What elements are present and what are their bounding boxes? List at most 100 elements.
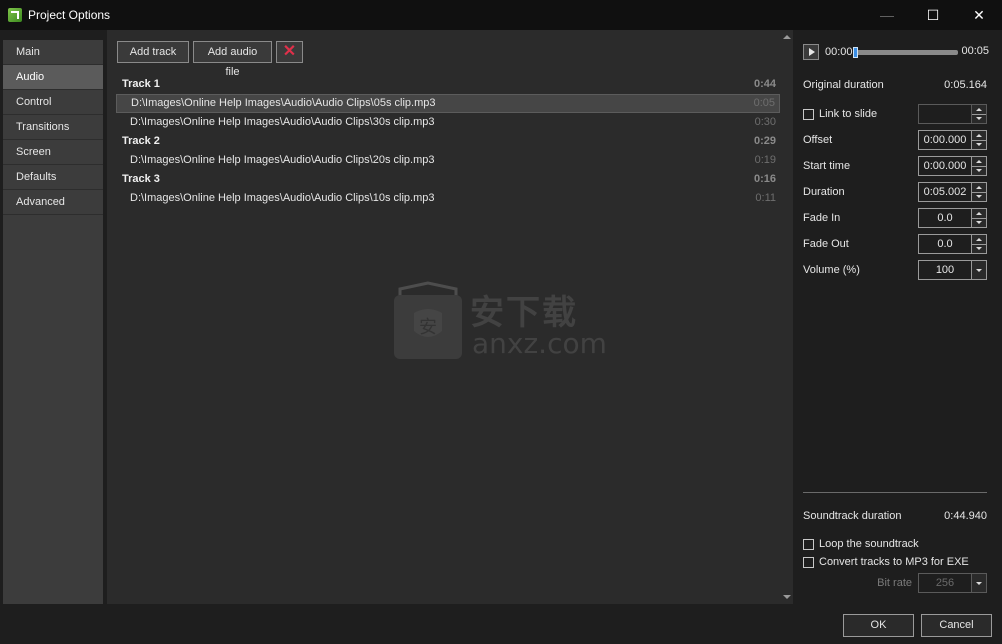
spin-down-button[interactable] — [972, 218, 986, 227]
soundtrack-duration-label: Soundtrack duration — [803, 510, 902, 522]
sidebar-item-defaults[interactable]: Defaults — [3, 165, 103, 190]
convert-mp3-checkbox-wrap[interactable]: Convert tracks to MP3 for EXE — [803, 556, 969, 568]
track-panel: Add track Add audio file ✕ Track 1 0:44 … — [107, 30, 780, 604]
ok-button[interactable]: OK — [843, 614, 914, 637]
fade-out-spinner[interactable]: 0.0 — [918, 234, 987, 254]
spin-up-button[interactable] — [972, 131, 986, 141]
clip-duration: 0:11 — [755, 192, 776, 204]
spin-up-button[interactable] — [972, 209, 986, 219]
bitrate-row: Bit rate 256 — [803, 573, 987, 593]
maximize-button[interactable]: ☐ — [910, 0, 956, 30]
sidebar-item-advanced[interactable]: Advanced — [3, 190, 103, 215]
start-time-value[interactable]: 0:00.000 — [919, 157, 971, 175]
fade-out-value[interactable]: 0.0 — [919, 235, 971, 253]
spinner-arrows — [971, 235, 986, 253]
volume-dropdown-button[interactable] — [971, 261, 986, 279]
fade-in-value[interactable]: 0.0 — [919, 209, 971, 227]
window-controls: — ☐ ✕ — [864, 0, 1002, 30]
loop-soundtrack-checkbox[interactable] — [803, 538, 814, 550]
track-duration: 0:16 — [753, 173, 776, 185]
sidebar-item-screen[interactable]: Screen — [3, 140, 103, 165]
loop-soundtrack-row: Loop the soundtrack — [803, 534, 987, 554]
bitrate-value: 256 — [935, 577, 955, 589]
original-duration-row: Original duration 0:05.164 — [803, 75, 987, 95]
sidebar-item-main[interactable]: Main — [3, 40, 103, 65]
play-button[interactable] — [803, 44, 819, 60]
loop-soundtrack-checkbox-wrap[interactable]: Loop the soundtrack — [803, 538, 919, 550]
loop-soundtrack-label: Loop the soundtrack — [819, 538, 919, 550]
sidebar-item-control[interactable]: Control — [3, 90, 103, 115]
spinner-arrows — [971, 183, 986, 201]
seek-slider[interactable] — [853, 47, 958, 58]
chevron-down-icon — [976, 169, 982, 173]
clip-duration: 0:05 — [753, 97, 775, 109]
track-list: Track 1 0:44 D:\Images\Online Help Image… — [116, 75, 780, 208]
clip-row[interactable]: D:\Images\Online Help Images\Audio\Audio… — [116, 189, 780, 208]
track-list-scrollbar[interactable] — [780, 30, 793, 604]
duration-value[interactable]: 0:05.002 — [919, 183, 971, 201]
seek-thumb[interactable] — [853, 47, 858, 58]
cancel-button[interactable]: Cancel — [921, 614, 992, 637]
track-toolbar: Add track Add audio file ✕ — [117, 41, 303, 78]
offset-value[interactable]: 0:00.000 — [919, 131, 971, 149]
fade-in-spinner[interactable]: 0.0 — [918, 208, 987, 228]
duration-spinner[interactable]: 0:05.002 — [918, 182, 987, 202]
spin-down-button[interactable] — [972, 244, 986, 253]
chevron-up-icon — [976, 133, 982, 137]
fade-in-label: Fade In — [803, 212, 841, 224]
player-time-start: 00:00 — [825, 46, 853, 58]
spin-up-button[interactable] — [972, 105, 986, 115]
spin-down-button[interactable] — [972, 166, 986, 175]
scroll-down-icon[interactable] — [783, 595, 791, 599]
track-duration: 0:44 — [753, 78, 776, 90]
scroll-up-icon[interactable] — [783, 35, 791, 39]
spin-down-button[interactable] — [972, 114, 986, 123]
sidebar: Main Audio Control Transitions Screen De… — [3, 40, 103, 604]
minimize-button[interactable]: — — [864, 0, 910, 30]
link-to-slide-checkbox-wrap[interactable]: Link to slide — [803, 108, 877, 120]
audio-player: 00:00 00:05 — [803, 44, 989, 60]
chevron-up-icon — [976, 211, 982, 215]
clip-row[interactable]: D:\Images\Online Help Images\Audio\Audio… — [116, 151, 780, 170]
spin-up-button[interactable] — [972, 235, 986, 245]
track-header[interactable]: Track 3 0:16 — [116, 170, 780, 189]
app-icon — [8, 8, 22, 22]
add-track-button[interactable]: Add track — [117, 41, 189, 63]
offset-spinner[interactable]: 0:00.000 — [918, 130, 987, 150]
volume-value[interactable]: 100 — [919, 261, 971, 279]
offset-row: Offset 0:00.000 — [803, 130, 987, 150]
clip-row[interactable]: D:\Images\Online Help Images\Audio\Audio… — [116, 94, 780, 113]
delete-button[interactable]: ✕ — [276, 41, 303, 63]
volume-label: Volume (%) — [803, 264, 860, 276]
add-audio-file-button[interactable]: Add audio file — [193, 41, 272, 78]
clip-path: D:\Images\Online Help Images\Audio\Audio… — [131, 97, 436, 109]
chevron-down-icon — [976, 117, 982, 121]
convert-mp3-checkbox[interactable] — [803, 556, 814, 568]
spin-down-button[interactable] — [972, 140, 986, 149]
track-title: Track 1 — [122, 78, 160, 90]
sidebar-item-transitions[interactable]: Transitions — [3, 115, 103, 140]
play-icon — [808, 48, 815, 56]
track-header[interactable]: Track 2 0:29 — [116, 132, 780, 151]
duration-row: Duration 0:05.002 — [803, 182, 987, 202]
clip-row[interactable]: D:\Images\Online Help Images\Audio\Audio… — [116, 113, 780, 132]
link-to-slide-spinner[interactable] — [918, 104, 987, 124]
fade-out-label: Fade Out — [803, 238, 849, 250]
convert-mp3-row: Convert tracks to MP3 for EXE — [803, 552, 987, 572]
dialog-footer: OK Cancel — [0, 604, 1002, 644]
start-time-spinner[interactable]: 0:00.000 — [918, 156, 987, 176]
spin-up-button[interactable] — [972, 183, 986, 193]
title-bar: Project Options — ☐ ✕ — [0, 0, 1002, 30]
spin-up-button[interactable] — [972, 157, 986, 167]
spinner-arrows — [971, 131, 986, 149]
link-to-slide-checkbox[interactable] — [803, 108, 814, 120]
close-button[interactable]: ✕ — [956, 0, 1002, 30]
chevron-down-icon — [976, 221, 982, 225]
spin-down-button[interactable] — [972, 192, 986, 201]
bitrate-dropdown-button[interactable] — [971, 574, 986, 592]
track-header[interactable]: Track 1 0:44 — [116, 75, 780, 94]
bitrate-select[interactable]: 256 — [918, 573, 987, 593]
volume-select[interactable]: 100 — [918, 260, 987, 280]
spinner-arrows — [971, 105, 986, 123]
sidebar-item-audio[interactable]: Audio — [3, 65, 103, 90]
